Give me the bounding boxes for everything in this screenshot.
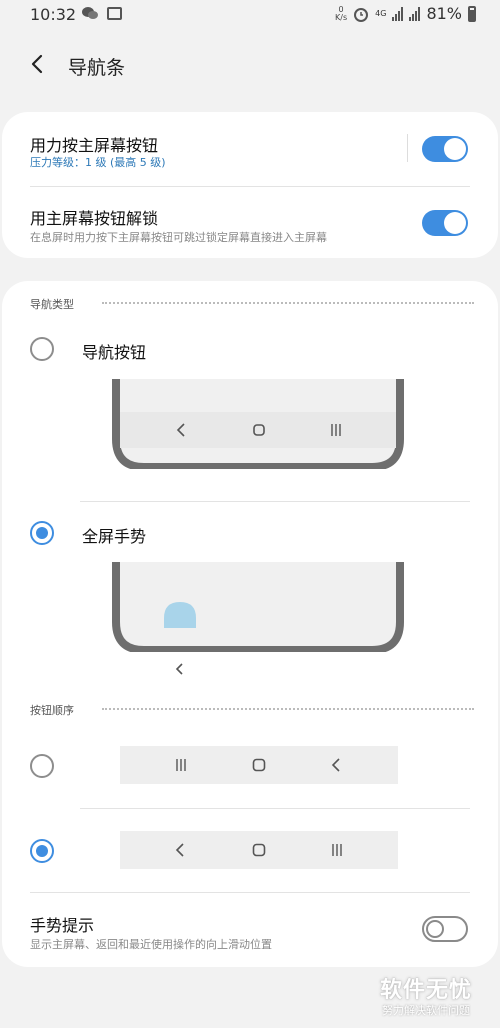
gallery-icon <box>107 7 122 20</box>
divider <box>30 892 470 893</box>
button-order-preview-1 <box>120 746 398 784</box>
app-header: 导航条 <box>0 40 500 90</box>
watermark-brand: 软件无忧 <box>380 978 473 1003</box>
status-indicators: 0 K/s 4G 81% <box>335 4 476 23</box>
nav-type-section-label: 导航类型 <box>30 298 74 311</box>
fullscreen-gestures-preview <box>112 562 404 652</box>
watermark-tagline: 努力解决软件问题 <box>382 1004 470 1017</box>
divider <box>80 501 470 502</box>
home-icon <box>252 758 266 772</box>
button-order-radio-2[interactable] <box>30 839 54 863</box>
nav-buttons-preview <box>112 379 404 469</box>
fullscreen-gestures-radio[interactable] <box>30 521 54 545</box>
press-home-toggle[interactable] <box>422 136 468 162</box>
back-arrow-icon[interactable] <box>26 52 50 76</box>
alarm-icon <box>354 7 369 22</box>
page-title: 导航条 <box>68 57 126 79</box>
navigation-settings-card: 导航类型 导航按钮 全屏手势 按钮顺序 手势提示 显示主屏幕、返回和最近使用操作… <box>2 281 498 967</box>
status-bar: 10:32 0 K/s 4G 81% <box>0 0 500 30</box>
gesture-hint-subtitle: 显示主屏幕、返回和最近使用操作的向上滑动位置 <box>30 938 272 951</box>
watermark-logo: 软件无忧 努力解决软件问题 <box>376 968 500 1028</box>
recents-icon <box>332 844 342 856</box>
battery-percent: 81% <box>426 4 462 23</box>
network-type: 4G <box>375 9 387 18</box>
fullscreen-gestures-label: 全屏手势 <box>82 527 147 546</box>
nav-buttons-label: 导航按钮 <box>82 343 147 362</box>
divider <box>80 808 470 809</box>
gesture-back-hint-icon <box>175 663 183 675</box>
network-speed: 0 K/s <box>335 4 348 22</box>
status-time: 10:32 <box>30 5 77 24</box>
signal-icon-2 <box>409 6 421 21</box>
unlock-home-toggle[interactable] <box>422 210 468 236</box>
home-icon <box>252 843 266 857</box>
section-divider <box>102 302 474 304</box>
divider <box>407 134 408 162</box>
battery-icon <box>468 5 476 22</box>
press-home-title: 用力按主屏幕按钮 <box>30 136 159 155</box>
recents-icon <box>176 759 186 771</box>
divider <box>30 186 470 187</box>
gesture-hint-toggle[interactable] <box>422 916 468 942</box>
wechat-icon <box>82 7 98 19</box>
unlock-home-subtitle: 在息屏时用力按下主屏幕按钮可跳过锁定屏幕直接进入主屏幕 <box>30 231 327 244</box>
gesture-hint-title: 手势提示 <box>30 916 95 935</box>
button-order-radio-1[interactable] <box>30 754 54 778</box>
press-home-subtitle: 压力等级：1 级 (最高 5 级) <box>30 156 166 169</box>
back-icon <box>175 843 184 857</box>
back-icon <box>331 758 340 772</box>
button-order-section-label: 按钮顺序 <box>30 704 74 717</box>
section-divider <box>102 708 474 710</box>
signal-icon <box>392 6 404 21</box>
nav-buttons-radio[interactable] <box>30 337 54 361</box>
button-order-preview-2 <box>120 831 398 869</box>
unlock-home-title: 用主屏幕按钮解锁 <box>30 209 159 228</box>
home-button-settings-card: 用力按主屏幕按钮 压力等级：1 级 (最高 5 级) 用主屏幕按钮解锁 在息屏时… <box>2 112 498 258</box>
